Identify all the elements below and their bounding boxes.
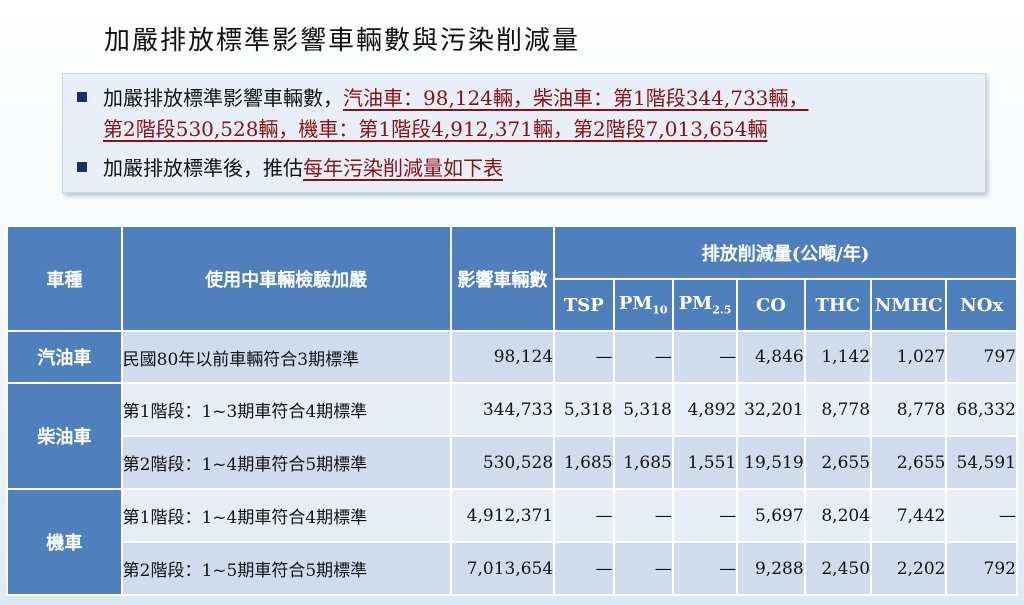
cell-affected: 4,912,371: [449, 488, 556, 543]
cell-standard: 民國80年以前車輛符合3期標準: [120, 330, 452, 384]
cell-co: 9,288: [736, 541, 806, 596]
cell-pm10: —: [612, 541, 674, 596]
table-row: 第2階段：1~5期車符合5期標準 7,013,654 — — — 9,288 2…: [7, 541, 1018, 596]
bullet-item-continuation: 第2階段530,528輛，機車：第1階段4,912,371輛，第2階段7,013…: [77, 115, 767, 143]
cell-nmhc: 7,442: [870, 488, 948, 543]
cell-pm25: 1,551: [671, 435, 739, 490]
cell-pm10: —: [612, 488, 674, 543]
header-affected-vehicles: 影響車輛數: [449, 225, 556, 332]
cell-nox: —: [945, 488, 1018, 543]
square-bullet-icon: [77, 162, 87, 172]
cell-affected: 344,733: [449, 382, 556, 437]
bullet-item-affected-vehicles: 加嚴排放標準影響車輛數，汽油車：98,124輛，柴油車：第1階段344,733輛…: [77, 84, 808, 112]
category-motorcycle: 機車: [6, 488, 123, 596]
header-tsp: TSP: [553, 278, 615, 332]
cell-nox: 68,332: [945, 382, 1018, 437]
cell-tsp: —: [553, 330, 615, 384]
cell-nox: 797: [945, 330, 1018, 384]
cell-tsp: —: [553, 488, 615, 543]
header-co: CO: [736, 278, 806, 332]
cell-pm10: 1,685: [612, 435, 674, 490]
cell-thc: 8,204: [803, 488, 873, 543]
header-inspection-standard: 使用中車輛檢驗加嚴: [120, 225, 452, 332]
table-row: 柴油車 第1階段：1~3期車符合4期標準 344,733 5,318 5,318…: [6, 382, 1018, 490]
header-pm10: PM10: [612, 278, 674, 332]
cell-affected: 530,528: [449, 435, 556, 490]
cell-pm25: —: [671, 488, 739, 543]
header-thc: THC: [803, 278, 873, 332]
cell-co: 5,697: [736, 488, 806, 543]
cell-tsp: —: [553, 541, 615, 596]
bullet-item-reduction: 加嚴排放標準後，推估每年污染削減量如下表: [77, 154, 503, 182]
table-row: 第2階段：1~4期車符合5期標準 530,528 1,685 1,685 1,5…: [7, 435, 1018, 490]
cell-thc: 2,655: [803, 435, 873, 490]
cell-affected: 98,124: [449, 330, 556, 384]
cell-standard: 第1階段：1~3期車符合4期標準: [120, 382, 452, 437]
cell-standard: 第2階段：1~4期車符合5期標準: [120, 435, 452, 490]
cell-standard: 第2階段：1~5期車符合5期標準: [120, 541, 452, 596]
cell-thc: 2,450: [803, 541, 873, 596]
cell-thc: 8,778: [803, 382, 873, 437]
cell-co: 19,519: [736, 435, 806, 490]
highlight-text: 第2階段530,528輛，機車：第1階段4,912,371輛，第2階段7,013…: [103, 117, 768, 141]
table-row: 機車 第1階段：1~4期車符合4期標準 4,912,371 — — — 5,69…: [6, 488, 1018, 596]
header-nmhc: NMHC: [870, 278, 948, 332]
cell-pm10: —: [612, 330, 674, 384]
cell-nmhc: 2,202: [870, 541, 948, 596]
header-vehicle-type: 車種: [6, 225, 123, 332]
cell-tsp: 1,685: [553, 435, 615, 490]
cell-tsp: 5,318: [553, 382, 615, 437]
category-diesel: 柴油車: [6, 382, 123, 490]
cell-pm25: 4,892: [671, 382, 739, 437]
summary-box: 加嚴排放標準影響車輛數，汽油車：98,124輛，柴油車：第1階段344,733輛…: [62, 73, 986, 193]
cell-co: 4,846: [736, 330, 806, 384]
highlight-text: 每年污染削減量如下表: [303, 156, 503, 180]
header-nox: NOx: [945, 278, 1018, 332]
cell-nmhc: 8,778: [870, 382, 948, 437]
cell-nox: 792: [945, 541, 1018, 596]
bullet-text: 加嚴排放標準後，推估: [103, 156, 303, 180]
cell-co: 32,201: [736, 382, 806, 437]
table-row: 汽油車 民國80年以前車輛符合3期標準 98,124 — — — 4,846 1…: [6, 330, 1018, 384]
header-emission-reduction: 排放削減量(公噸/年): [553, 225, 1018, 280]
emission-reduction-table: 車種 使用中車輛檢驗加嚴 影響車輛數 排放削減量(公噸/年) TSP PM10 …: [6, 225, 1018, 596]
cell-standard: 第1階段：1~4期車符合4期標準: [120, 488, 452, 543]
page-title: 加嚴排放標準影響車輛數與污染削減量: [104, 26, 581, 56]
cell-pm25: —: [671, 330, 739, 384]
cell-pm10: 5,318: [612, 382, 674, 437]
cell-nox: 54,591: [945, 435, 1018, 490]
cell-thc: 1,142: [803, 330, 873, 384]
cell-pm25: —: [671, 541, 739, 596]
cell-nmhc: 2,655: [870, 435, 948, 490]
square-bullet-icon: [77, 92, 87, 102]
bullet-text: 加嚴排放標準影響車輛數，: [103, 86, 343, 110]
cell-affected: 7,013,654: [449, 541, 556, 596]
header-pm25: PM2.5: [671, 278, 739, 332]
highlight-text: 汽油車：98,124輛，柴油車：第1階段344,733輛，: [343, 86, 809, 110]
category-gasoline: 汽油車: [6, 330, 123, 384]
cell-nmhc: 1,027: [870, 330, 948, 384]
